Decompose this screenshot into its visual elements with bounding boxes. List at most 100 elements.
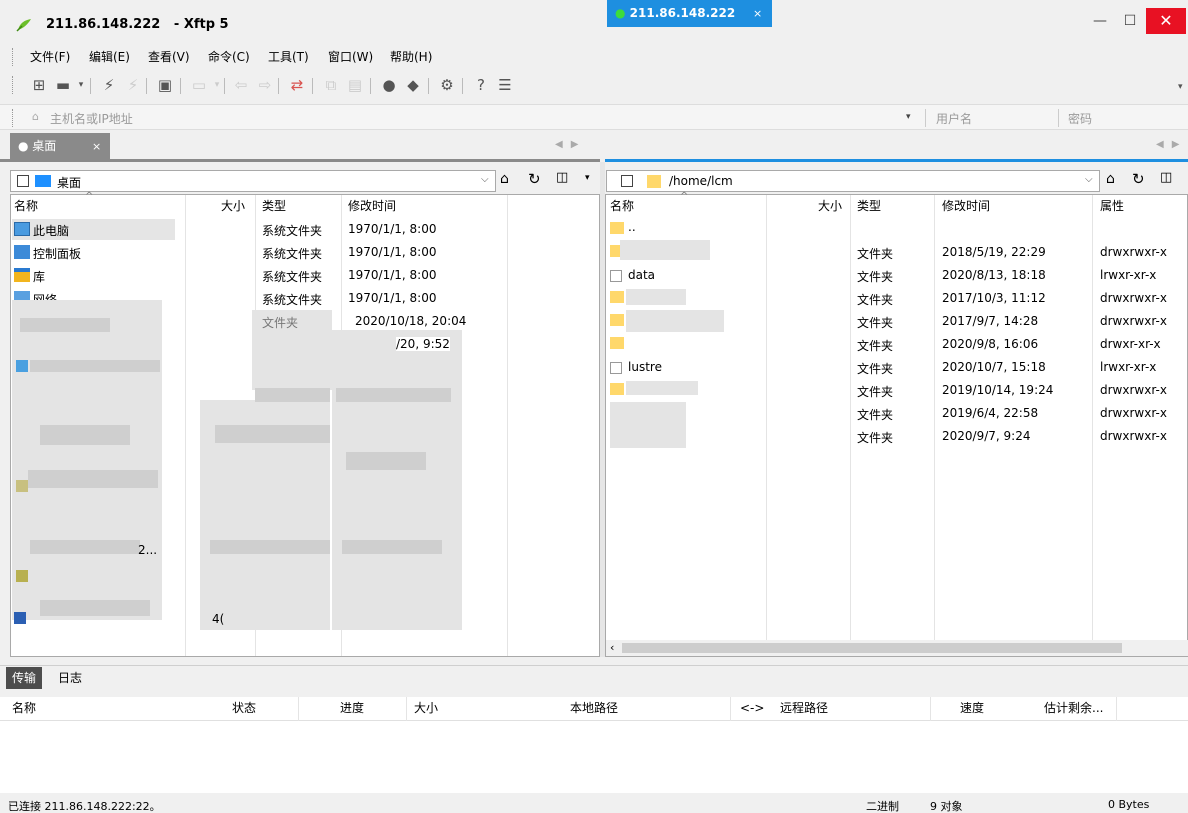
local-list-header	[11, 195, 599, 217]
paste-icon[interactable]: ▤	[346, 76, 364, 94]
minimize-button[interactable]: —	[1084, 8, 1116, 34]
blurred-block	[255, 388, 330, 402]
host-input[interactable]: 主机名或IP地址	[50, 110, 133, 127]
list-item-mtime: 2019/10/14, 19:24	[942, 383, 1054, 397]
remote-tab-scroll[interactable]: ◀▶	[1156, 139, 1187, 150]
username-input[interactable]: 用户名	[936, 110, 972, 127]
forward-icon[interactable]: ⇨	[256, 76, 274, 94]
home-icon[interactable]: ⌂	[1106, 171, 1115, 187]
transfer-col-direction[interactable]: <->	[740, 697, 764, 719]
xftp-icon[interactable]: ◆	[404, 76, 422, 94]
local-col-size[interactable]: 大小	[221, 195, 245, 217]
scroll-thumb[interactable]	[622, 643, 1122, 653]
close-icon[interactable]: ×	[92, 133, 101, 160]
list-item[interactable]: 库	[33, 268, 45, 285]
list-item-type: 系统文件夹	[262, 247, 323, 261]
chevron-down-icon[interactable]: ⌵	[481, 174, 489, 185]
home-icon[interactable]: ⌂	[500, 171, 509, 187]
blurred-block	[30, 540, 140, 554]
menu-help[interactable]: 帮助(H)	[390, 48, 432, 65]
maximize-button[interactable]: ☐	[1114, 8, 1146, 34]
transfer-col-progress[interactable]: 进度	[340, 697, 364, 719]
connect-icon[interactable]: ⚡	[100, 76, 118, 94]
refresh-icon[interactable]: ↻	[1132, 170, 1145, 188]
remote-col-type[interactable]: 类型	[857, 195, 881, 217]
properties-icon[interactable]: ▣	[156, 76, 174, 94]
toolbar-overflow-icon[interactable]: ▾	[1178, 82, 1183, 92]
password-input[interactable]: 密码	[1068, 110, 1092, 127]
remote-hscrollbar[interactable]: ‹	[606, 640, 1188, 656]
open-dropdown-icon[interactable]: ▾	[72, 76, 90, 94]
remote-path-combo[interactable]: /home/lcm ⌵	[606, 170, 1100, 192]
list-item[interactable]: lustre	[628, 360, 662, 374]
view-mode-dropdown-icon[interactable]: ▾	[585, 173, 590, 183]
menu-window[interactable]: 窗口(W)	[328, 48, 373, 65]
control-panel-icon	[14, 245, 30, 259]
back-icon[interactable]: ⇦	[232, 76, 250, 94]
transfer-col-eta[interactable]: 估计剩余...	[1044, 697, 1103, 719]
local-col-name[interactable]: 名称	[14, 195, 38, 217]
toolbar-separator	[428, 78, 429, 94]
chat-icon[interactable]: ☰	[496, 76, 514, 94]
transfer-col-local-path[interactable]: 本地路径	[570, 697, 618, 719]
local-tab-scroll[interactable]: ◀▶	[555, 139, 586, 150]
pane-toggle-icon[interactable]	[621, 175, 633, 187]
view-icon[interactable]: ▭	[190, 76, 208, 94]
local-col-type[interactable]: 类型	[262, 195, 286, 217]
scroll-left-icon[interactable]: ‹	[610, 641, 614, 654]
list-item-size: 4(	[212, 612, 225, 626]
tab-log[interactable]: 日志	[52, 667, 88, 689]
refresh-icon[interactable]: ↻	[528, 170, 541, 188]
pane-toggle-icon[interactable]	[17, 175, 29, 187]
view-mode-icon[interactable]: ◫	[556, 170, 568, 185]
list-item[interactable]: 此电脑	[33, 222, 69, 239]
toolbar-separator	[90, 78, 91, 94]
view-mode-icon[interactable]: ◫	[1160, 170, 1172, 185]
remote-col-name[interactable]: 名称	[610, 195, 634, 217]
host-dropdown-icon[interactable]: ▾	[906, 112, 911, 122]
tab-local[interactable]: ● 桌面 ×	[10, 133, 110, 160]
sync-icon[interactable]: ⇄	[288, 76, 306, 94]
xshell-icon[interactable]: ●	[380, 76, 398, 94]
transfer-col-speed[interactable]: 速度	[960, 697, 984, 719]
list-item[interactable]: ..	[628, 220, 636, 234]
symlink-icon	[610, 362, 622, 374]
list-item[interactable]: data	[628, 268, 655, 282]
remote-col-size[interactable]: 大小	[818, 195, 842, 217]
title-bar: 211.86.148.222 - Xftp 5 — ☐ ✕	[0, 0, 1188, 44]
list-item-attr: drwxr-xr-x	[1100, 337, 1161, 351]
new-session-icon[interactable]: ⊞	[30, 76, 48, 94]
address-grip[interactable]	[12, 109, 15, 127]
local-col-mtime[interactable]: 修改时间	[348, 195, 396, 217]
settings-icon[interactable]: ⚙	[438, 76, 456, 94]
blurred-region	[12, 300, 162, 620]
close-icon[interactable]: ×	[753, 0, 762, 27]
menu-edit[interactable]: 编辑(E)	[89, 48, 130, 65]
copy-icon[interactable]: ⧉	[322, 76, 340, 94]
remote-col-attr[interactable]: 属性	[1100, 195, 1124, 217]
host-icon: ⌂	[32, 110, 39, 123]
disconnect-icon[interactable]: ⚡	[124, 76, 142, 94]
local-path-combo[interactable]: 桌面 ⌵	[10, 170, 496, 192]
help-icon[interactable]: ?	[472, 76, 490, 94]
transfer-col-name[interactable]: 名称	[12, 697, 36, 719]
menu-file[interactable]: 文件(F)	[30, 48, 70, 65]
open-folder-icon[interactable]: ▬	[54, 76, 72, 94]
transfer-col-size[interactable]: 大小	[414, 697, 438, 719]
transfer-col-status[interactable]: 状态	[232, 697, 256, 719]
menu-view[interactable]: 查看(V)	[148, 48, 190, 65]
close-button[interactable]: ✕	[1146, 8, 1186, 34]
list-item[interactable]: 控制面板	[33, 245, 81, 262]
col-divider	[766, 195, 767, 640]
blurred-block	[40, 425, 130, 445]
tab-transfer[interactable]: 传输	[6, 667, 43, 689]
menu-tools[interactable]: 工具(T)	[268, 48, 309, 65]
transfer-col-remote-path[interactable]: 远程路径	[780, 697, 828, 719]
menu-command[interactable]: 命令(C)	[208, 48, 250, 65]
menu-grip[interactable]	[12, 48, 15, 66]
list-item-mtime: 2020/8/13, 18:18	[942, 268, 1046, 282]
chevron-down-icon[interactable]: ⌵	[1085, 174, 1093, 185]
toolbar-grip[interactable]	[12, 76, 15, 94]
tab-remote[interactable]: ● 211.86.148.222 ×	[607, 0, 772, 27]
remote-col-mtime[interactable]: 修改时间	[942, 195, 990, 217]
